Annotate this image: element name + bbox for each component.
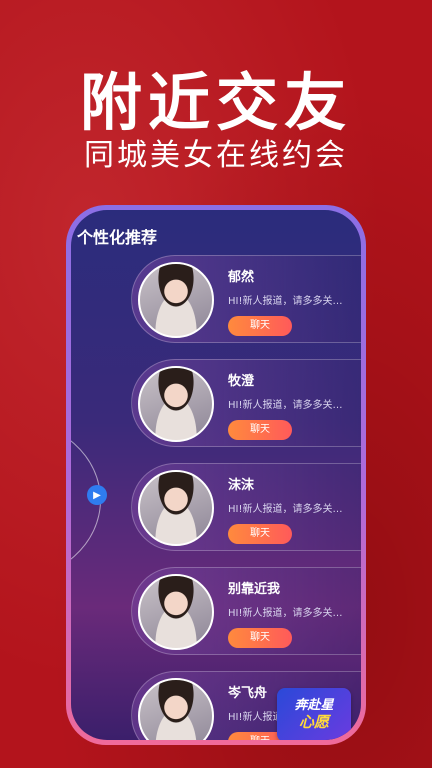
promo-headline: 附近交友: [79, 66, 352, 139]
chat-button[interactable]: 聊天: [228, 420, 292, 440]
badge-line1: 奔赴星: [294, 697, 334, 713]
user-card[interactable]: 沫沫 HI!新人报道，请多多关… 聊天: [131, 463, 361, 551]
user-greeting: HI!新人报道，请多多关…: [228, 400, 343, 411]
user-name: 别靠近我: [228, 582, 281, 597]
user-card[interactable]: 别靠近我 HI!新人报道，请多多关… 聊天: [131, 567, 361, 655]
avatar[interactable]: [138, 574, 214, 650]
phone-frame: 个性化推荐 ▶ 郁然 HI!新人报道，请多多关… 聊天 牧澄 HI!新人报道，请…: [66, 205, 366, 745]
avatar[interactable]: [138, 470, 214, 546]
user-greeting: HI!新人报道，请多多关…: [228, 504, 343, 515]
user-name: 岑飞舟: [228, 686, 268, 701]
user-greeting: HI!新人报道，请多多关…: [228, 296, 343, 307]
avatar[interactable]: [138, 366, 214, 442]
chat-button[interactable]: 聊天: [228, 524, 292, 544]
chat-button[interactable]: 聊天: [228, 628, 292, 648]
play-icon[interactable]: ▶: [87, 485, 107, 505]
user-greeting: HI!新人报道，请多多关…: [228, 608, 343, 619]
phone-screen: 个性化推荐 ▶ 郁然 HI!新人报道，请多多关… 聊天 牧澄 HI!新人报道，请…: [71, 210, 361, 740]
avatar[interactable]: [138, 262, 214, 338]
chat-button[interactable]: 聊天: [228, 316, 292, 336]
recommend-title: 个性化推荐: [77, 228, 158, 247]
user-list: 郁然 HI!新人报道，请多多关… 聊天 牧澄 HI!新人报道，请多多关… 聊天 …: [131, 255, 361, 740]
user-name: 郁然: [228, 270, 255, 285]
badge-line2: 心愿: [298, 712, 329, 731]
promo-badge[interactable]: 奔赴星 心愿: [277, 688, 351, 740]
user-name: 牧澄: [228, 374, 255, 389]
avatar[interactable]: [138, 678, 214, 740]
user-card[interactable]: 郁然 HI!新人报道，请多多关… 聊天: [131, 255, 361, 343]
user-name: 沫沫: [228, 478, 255, 493]
user-card[interactable]: 牧澄 HI!新人报道，请多多关… 聊天: [131, 359, 361, 447]
promo-subheadline: 同城美女在线约会: [84, 138, 348, 173]
